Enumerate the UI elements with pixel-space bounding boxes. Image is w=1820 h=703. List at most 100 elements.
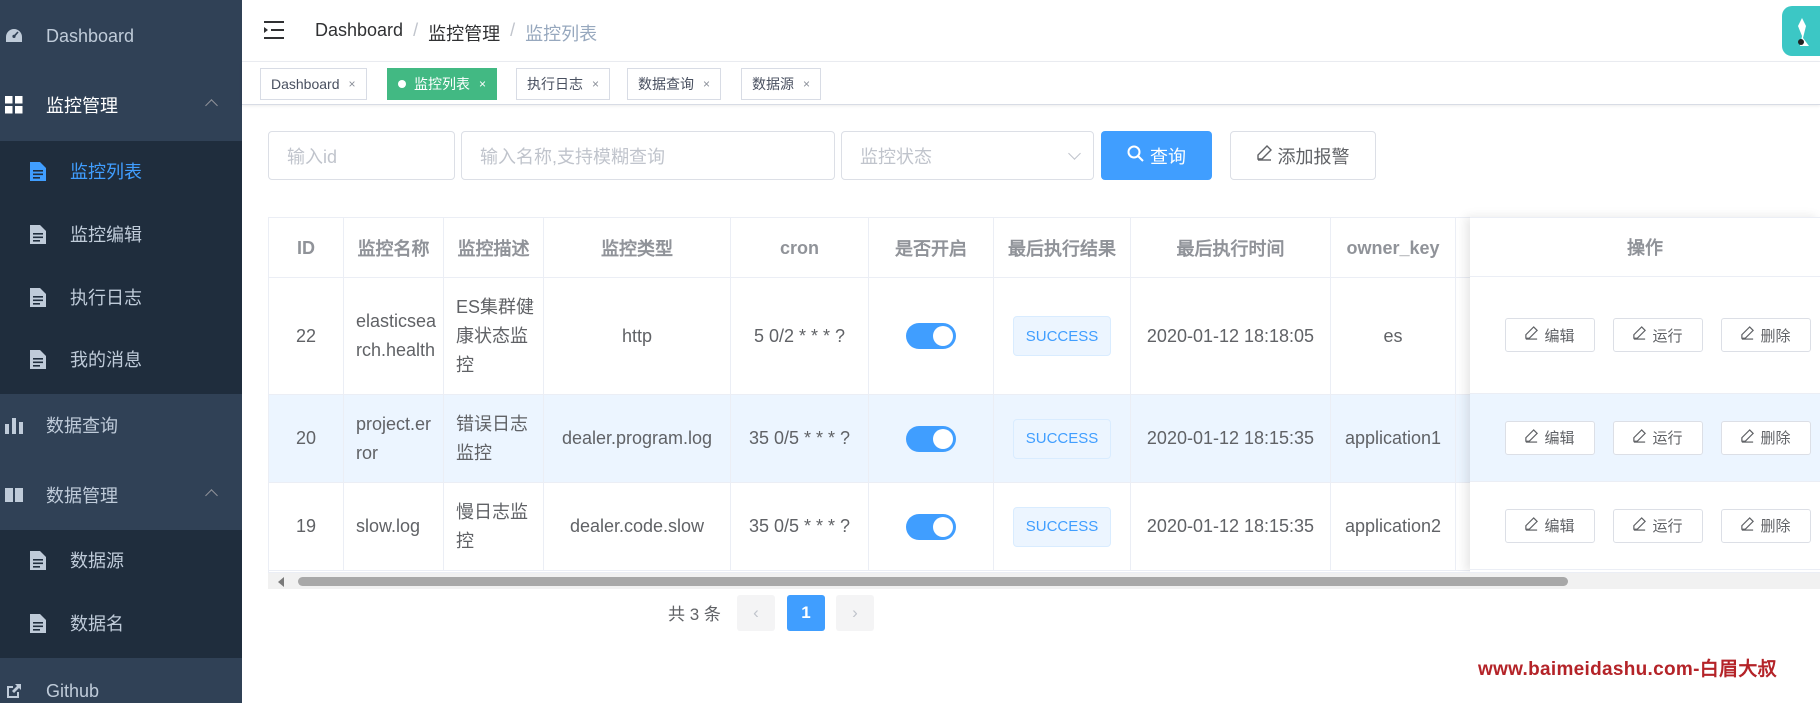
- enabled-toggle[interactable]: [906, 513, 956, 540]
- th-name: 监控名称: [344, 218, 444, 278]
- cell-owner: application1: [1331, 395, 1456, 482]
- cell-desc: 错误日志监控: [444, 395, 544, 482]
- edit-button[interactable]: 编辑: [1505, 420, 1595, 455]
- hamburger-icon[interactable]: [264, 20, 286, 40]
- sidebar-item-my-messages[interactable]: 我的消息: [0, 341, 242, 377]
- tag-exec-log[interactable]: 执行日志 ×: [516, 68, 611, 100]
- tag-data-source[interactable]: 数据源 ×: [741, 68, 822, 100]
- operations-column: 操作 编辑 运行 删除 编辑 运行 删除 编辑 运行 删除: [1470, 217, 1820, 572]
- run-button[interactable]: 运行: [1613, 508, 1703, 543]
- edit-icon: [1633, 326, 1647, 344]
- th-result: 最后执行结果: [994, 218, 1131, 278]
- edit-label: 编辑: [1544, 518, 1575, 535]
- enabled-toggle[interactable]: [906, 425, 956, 452]
- cell-desc: 慢日志监控: [444, 483, 544, 570]
- tag-label: Dashboard: [271, 76, 340, 92]
- id-input-placeholder: 输入id: [287, 146, 338, 167]
- query-button[interactable]: 查询: [1101, 131, 1212, 180]
- edit-icon: [1256, 145, 1272, 166]
- navbar: Dashboard / 监控管理 / 监控列表: [242, 0, 1820, 62]
- pagination-total: 共 3 条: [668, 605, 721, 624]
- run-button[interactable]: 运行: [1613, 318, 1703, 352]
- sidebar-item-data-mgmt[interactable]: 数据管理: [0, 477, 242, 513]
- name-search-input[interactable]: 输入名称,支持模糊查询: [461, 131, 835, 180]
- sidebar-item-exec-log[interactable]: 执行日志: [0, 279, 242, 315]
- breadcrumb-dashboard[interactable]: Dashboard: [315, 20, 403, 46]
- sidebar-item-github[interactable]: Github: [0, 673, 242, 703]
- sidebar-item-data-name[interactable]: 数据名: [0, 605, 242, 641]
- delete-button[interactable]: 删除: [1721, 420, 1811, 455]
- th-owner: owner_key: [1331, 218, 1456, 278]
- edit-icon: [1741, 428, 1755, 447]
- prev-page-button[interactable]: ‹: [737, 595, 775, 631]
- cell-time: 2020-01-12 18:15:35: [1131, 395, 1331, 482]
- scroll-left-arrow-icon[interactable]: [278, 577, 284, 587]
- cell-cron: 5 0/2 * * * ?: [731, 278, 869, 394]
- delete-button[interactable]: 删除: [1721, 318, 1811, 352]
- active-dot-icon: [398, 80, 406, 88]
- tag-data-query[interactable]: 数据查询 ×: [627, 68, 722, 100]
- close-icon[interactable]: ×: [703, 77, 710, 91]
- add-alarm-label: 添加报警: [1277, 146, 1350, 167]
- cell-type: http: [544, 278, 731, 394]
- edit-button[interactable]: 编辑: [1505, 508, 1595, 543]
- status-select-placeholder: 监控状态: [860, 146, 932, 167]
- th-cron: cron: [731, 218, 869, 278]
- tag-dashboard[interactable]: Dashboard ×: [260, 68, 367, 100]
- breadcrumb-separator: /: [413, 20, 419, 40]
- document-icon: [28, 224, 48, 244]
- operations-row: 编辑 运行 删除: [1470, 277, 1820, 394]
- edit-button[interactable]: 编辑: [1505, 318, 1595, 352]
- close-icon[interactable]: ×: [479, 77, 486, 91]
- page-number-current[interactable]: 1: [787, 595, 825, 631]
- close-icon[interactable]: ×: [803, 77, 810, 91]
- sidebar-item-dashboard[interactable]: Dashboard: [0, 18, 242, 54]
- chevron-up-icon: [205, 489, 218, 502]
- close-icon[interactable]: ×: [349, 77, 356, 91]
- th-id: ID: [269, 218, 344, 278]
- document-icon: [28, 550, 48, 570]
- bar-chart-icon: [4, 415, 24, 435]
- cell-result: SUCCESS: [994, 395, 1131, 482]
- delete-label: 删除: [1760, 518, 1791, 535]
- th-type: 监控类型: [544, 218, 731, 278]
- tag-monitor-list[interactable]: 监控列表 ×: [387, 68, 498, 100]
- name-input-placeholder: 输入名称,支持模糊查询: [480, 146, 665, 167]
- add-alarm-button[interactable]: 添加报警: [1230, 131, 1376, 180]
- run-button[interactable]: 运行: [1613, 420, 1703, 455]
- sidebar-item-monitor-mgmt[interactable]: 监控管理: [0, 87, 242, 123]
- chevron-down-icon: [1068, 147, 1081, 160]
- sidebar-item-monitor-edit[interactable]: 监控编辑: [0, 216, 242, 252]
- sidebar-label-data-name: 数据名: [70, 614, 124, 634]
- id-input[interactable]: 输入id: [268, 131, 455, 180]
- enabled-toggle[interactable]: [906, 323, 956, 349]
- cell-cron: 35 0/5 * * * ?: [731, 395, 869, 482]
- operations-row: 编辑 运行 删除: [1470, 482, 1820, 570]
- sidebar-item-data-query[interactable]: 数据查询: [0, 407, 242, 443]
- edit-label: 编辑: [1544, 430, 1575, 447]
- status-select[interactable]: 监控状态: [841, 131, 1094, 180]
- sidebar-item-monitor-list[interactable]: 监控列表: [0, 153, 242, 189]
- sidebar-label-exec-log: 执行日志: [70, 288, 142, 308]
- breadcrumb-monitor-mgmt[interactable]: 监控管理: [428, 20, 500, 46]
- cell-name: project.error: [344, 395, 444, 482]
- next-page-button[interactable]: ›: [836, 595, 874, 631]
- document-icon: [28, 161, 48, 181]
- table-horizontal-scrollbar[interactable]: [268, 572, 1820, 589]
- delete-button[interactable]: 删除: [1721, 508, 1811, 543]
- avatar[interactable]: [1782, 6, 1820, 56]
- sidebar-label-monitor-edit: 监控编辑: [70, 225, 142, 245]
- cell-desc: ES集群健康状态监控: [444, 278, 544, 394]
- close-icon[interactable]: ×: [592, 77, 599, 91]
- tag-label: 执行日志: [527, 76, 583, 92]
- sidebar-label-dashboard: Dashboard: [46, 25, 135, 46]
- grid-icon: [4, 95, 24, 115]
- th-enabled: 是否开启: [869, 218, 994, 278]
- edit-icon: [1741, 326, 1755, 344]
- sidebar-item-data-source[interactable]: 数据源: [0, 542, 242, 578]
- status-badge: SUCCESS: [1012, 506, 1112, 547]
- scrollbar-thumb[interactable]: [298, 577, 1568, 586]
- cell-name: elasticsearch.health: [344, 278, 444, 394]
- th-desc: 监控描述: [444, 218, 544, 278]
- delete-label: 删除: [1760, 430, 1791, 447]
